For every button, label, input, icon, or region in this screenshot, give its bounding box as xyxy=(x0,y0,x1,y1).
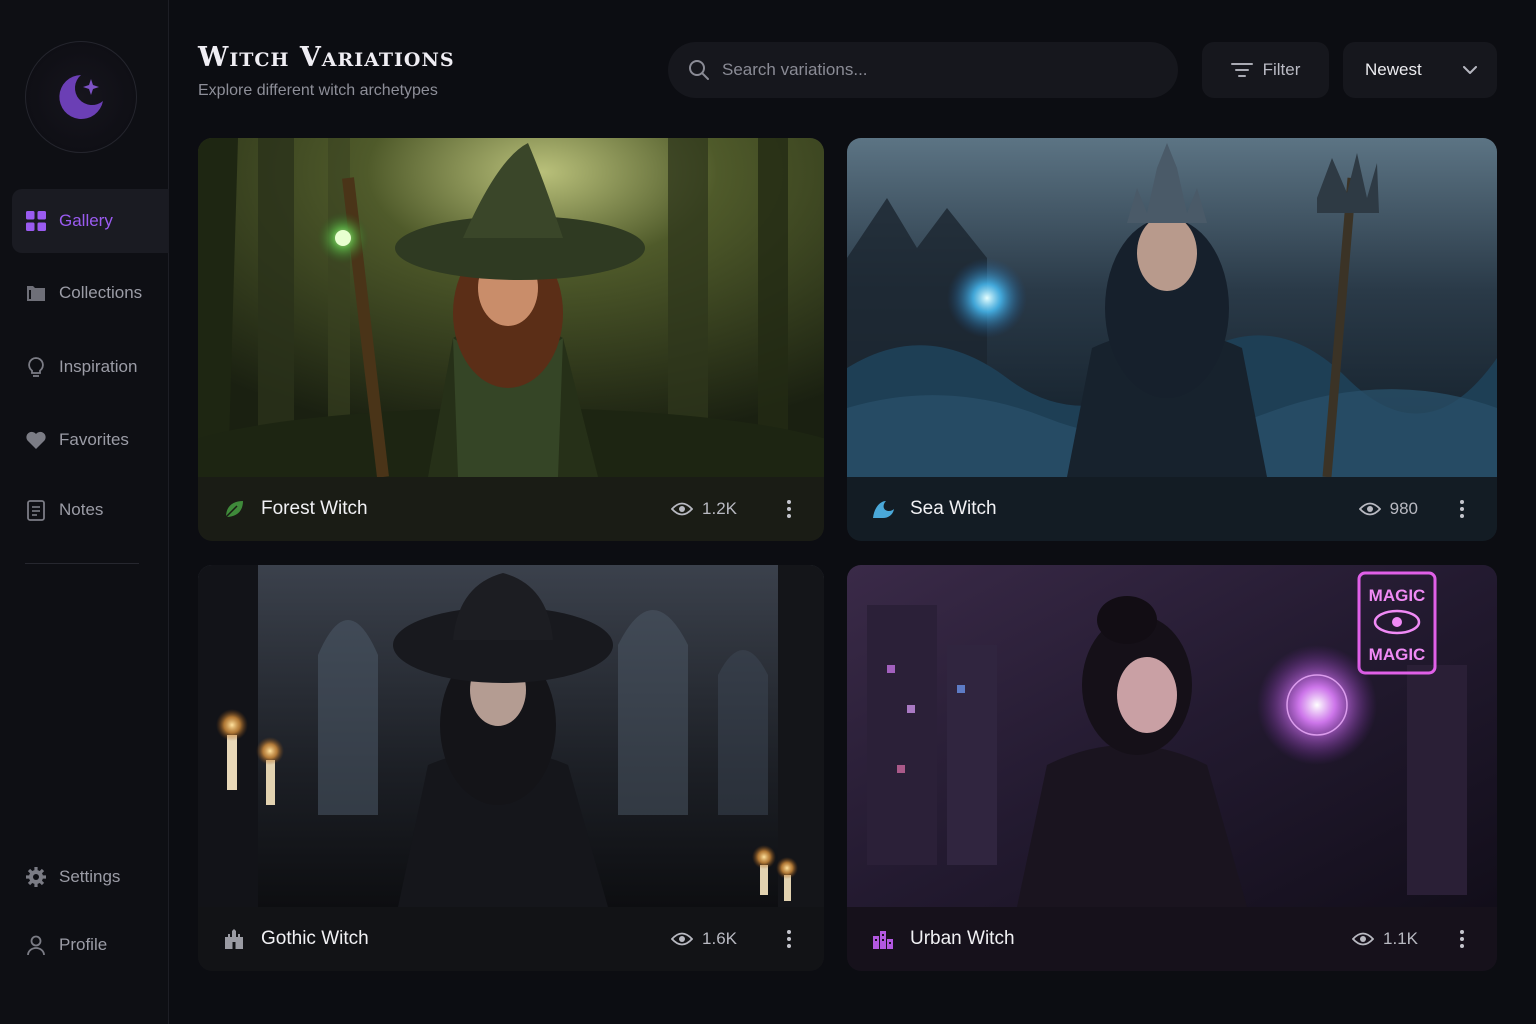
neon-sign-line1: MAGIC xyxy=(1369,586,1426,605)
card-info-bar: Sea Witch 980 xyxy=(847,477,1497,541)
castle-icon xyxy=(222,927,246,951)
page-subtitle: Explore different witch archetypes xyxy=(198,82,438,99)
gallery-card-urban-witch[interactable]: MAGIC MAGIC Urban Witch 1.1K xyxy=(847,565,1497,971)
view-count-value: 1.2K xyxy=(702,499,737,518)
search-icon xyxy=(688,59,710,81)
eye-icon xyxy=(1358,501,1381,517)
sidebar-item-label: Favorites xyxy=(59,430,129,449)
sidebar-item-inspiration[interactable]: Inspiration xyxy=(12,335,169,399)
sidebar: Gallery Collections Inspiration Favorite… xyxy=(0,0,169,1024)
sidebar-item-label: Inspiration xyxy=(59,357,138,376)
wave-icon xyxy=(871,497,895,521)
eye-icon xyxy=(671,931,694,947)
card-info-bar: Gothic Witch 1.6K xyxy=(198,907,824,971)
crescent-moon-star-icon xyxy=(59,75,103,119)
sidebar-item-label: Collections xyxy=(59,283,143,302)
card-image xyxy=(198,138,824,477)
notepad-icon xyxy=(25,499,47,521)
filter-label: Filter xyxy=(1262,60,1301,79)
card-image xyxy=(198,565,824,907)
heart-icon xyxy=(25,429,47,451)
card-info-bar: Urban Witch 1.1K xyxy=(847,907,1497,971)
more-options-icon[interactable] xyxy=(777,924,801,954)
view-count-value: 1.6K xyxy=(702,929,737,948)
card-image: MAGIC MAGIC xyxy=(847,565,1497,907)
sort-dropdown[interactable]: Newest xyxy=(1343,42,1497,98)
sidebar-item-label: Profile xyxy=(59,935,108,954)
eye-icon xyxy=(1352,931,1375,947)
eye-icon xyxy=(671,501,694,517)
search-bar[interactable] xyxy=(668,42,1178,98)
more-options-icon[interactable] xyxy=(1450,924,1474,954)
search-input[interactable] xyxy=(722,60,1142,80)
view-count: 1.1K xyxy=(1352,929,1418,949)
filter-button[interactable]: Filter xyxy=(1202,42,1329,98)
view-count: 1.6K xyxy=(671,929,737,949)
folder-icon xyxy=(25,282,47,304)
card-title: Gothic Witch xyxy=(261,928,369,949)
card-title: Forest Witch xyxy=(261,498,368,519)
more-options-icon[interactable] xyxy=(777,494,801,524)
lightbulb-icon xyxy=(25,356,47,378)
gallery-card-forest-witch[interactable]: Forest Witch 1.2K xyxy=(198,138,824,541)
view-count-value: 980 xyxy=(1389,499,1418,518)
sidebar-item-label: Gallery xyxy=(59,211,113,230)
sidebar-item-settings[interactable]: Settings xyxy=(12,845,169,909)
sidebar-item-label: Settings xyxy=(59,867,121,886)
gallery-card-sea-witch[interactable]: Sea Witch 980 xyxy=(847,138,1497,541)
gear-icon xyxy=(25,866,47,888)
user-icon xyxy=(25,934,47,956)
gallery-card-gothic-witch[interactable]: Gothic Witch 1.6K xyxy=(198,565,824,971)
sidebar-item-favorites[interactable]: Favorites xyxy=(12,408,169,472)
view-count: 980 xyxy=(1358,499,1418,519)
leaf-icon xyxy=(222,497,246,521)
card-title: Urban Witch xyxy=(910,928,1015,949)
view-count: 1.2K xyxy=(671,499,737,519)
app-logo[interactable] xyxy=(25,41,137,153)
chevron-down-icon xyxy=(1463,65,1477,75)
sidebar-item-collections[interactable]: Collections xyxy=(12,261,169,325)
neon-sign-line2: MAGIC xyxy=(1369,645,1426,664)
card-title: Sea Witch xyxy=(910,498,997,519)
sidebar-item-label: Notes xyxy=(59,500,104,519)
more-options-icon[interactable] xyxy=(1450,494,1474,524)
city-icon xyxy=(871,927,895,951)
sidebar-item-notes[interactable]: Notes xyxy=(12,478,169,542)
page-title: Witch Variations xyxy=(198,42,455,73)
filter-icon xyxy=(1230,61,1253,79)
view-count-value: 1.1K xyxy=(1383,929,1418,948)
card-image xyxy=(847,138,1497,477)
sidebar-divider xyxy=(25,563,139,564)
sort-selected-value: Newest xyxy=(1365,60,1422,79)
grid-icon xyxy=(25,210,47,232)
sidebar-item-gallery[interactable]: Gallery xyxy=(12,189,169,253)
card-info-bar: Forest Witch 1.2K xyxy=(198,477,824,541)
sidebar-item-profile[interactable]: Profile xyxy=(12,913,169,977)
